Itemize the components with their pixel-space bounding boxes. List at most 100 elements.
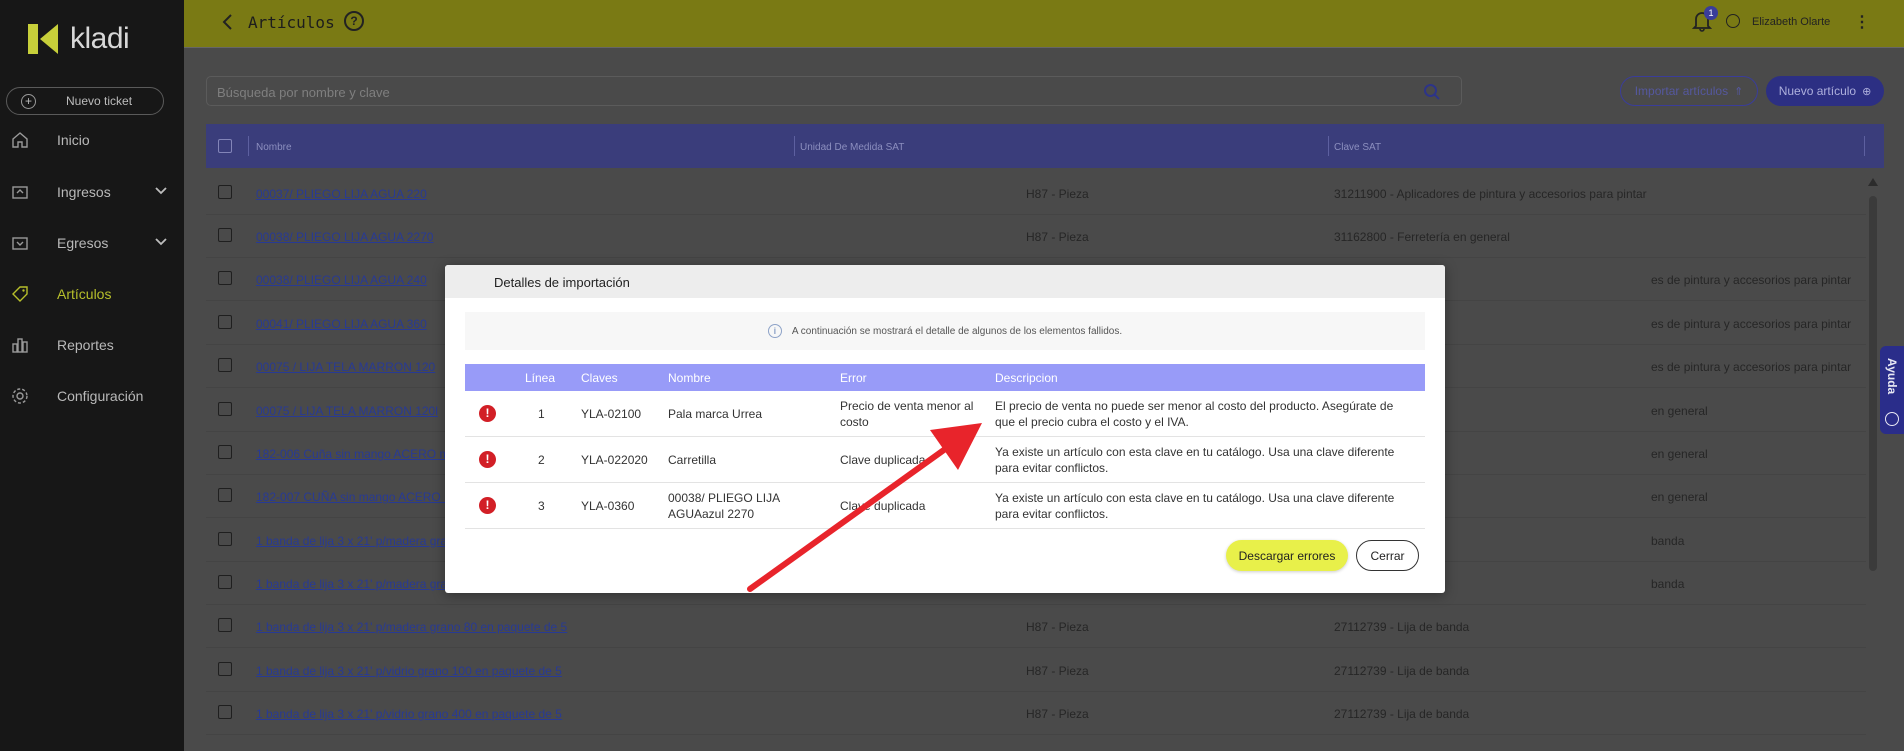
row-checkbox[interactable] <box>218 575 232 589</box>
modal-header: Detalles de importación <box>445 265 1445 298</box>
clave-cell: 27112739 - Lija de banda <box>1334 664 1470 678</box>
article-name-link[interactable]: 182-006 Cuña sin mango ACERO m <box>256 447 449 461</box>
article-name-link[interactable]: 1 banda de lija 3 x 21' p/vidrio grano 4… <box>256 707 562 721</box>
article-name-link[interactable]: 00037/ PLIEGO LIJA AGUA 220 <box>256 187 427 201</box>
clave-cell: en general <box>1651 404 1708 418</box>
help-side-tab[interactable]: Ayuda <box>1880 346 1904 434</box>
info-banner: i A continuación se mostrará el detalle … <box>465 312 1425 350</box>
row-checkbox[interactable] <box>218 271 232 285</box>
error-row: ! 2 YLA-022020 Carretilla Clave duplicad… <box>465 437 1425 483</box>
user-name[interactable]: Elizabeth Olarte <box>1752 16 1830 28</box>
help-icon[interactable]: ? <box>344 11 364 31</box>
row-checkbox[interactable] <box>218 228 232 242</box>
clave-cell: 31162800 - Ferretería en general <box>1334 230 1510 244</box>
download-errors-button[interactable]: Descargar errores <box>1226 540 1348 571</box>
article-name-link[interactable]: 1 banda de lija 3 x 21' p/madera gra <box>256 534 447 548</box>
logo[interactable]: kladi <box>28 22 130 56</box>
error-keys: YLA-02100 <box>581 407 642 421</box>
import-articles-button[interactable]: Importar artículos ⇑ <box>1620 76 1758 106</box>
close-button[interactable]: Cerrar <box>1356 540 1419 571</box>
expense-icon <box>10 233 30 253</box>
user-icon[interactable] <box>1726 14 1740 28</box>
error-row: ! 1 YLA-02100 Pala marca Urrea Precio de… <box>465 391 1425 437</box>
error-keys: YLA-022020 <box>581 453 648 467</box>
help-circle-icon <box>1885 412 1899 426</box>
search-icon[interactable] <box>1423 83 1441 106</box>
error-description: Ya existe un artículo con esta clave en … <box>995 491 1395 521</box>
table-row[interactable]: 00038/ PLIEGO LIJA AGUA 2270 H87 - Pieza 3… <box>206 215 1866 258</box>
chevron-down-icon[interactable] <box>154 235 168 252</box>
more-options-icon[interactable]: ⋮ <box>1854 12 1870 32</box>
import-label: Importar artículos <box>1634 84 1729 98</box>
chevron-down-icon[interactable] <box>154 184 168 201</box>
article-name-link[interactable]: 00038/ PLIEGO LIJA AGUA 2270 <box>256 230 433 244</box>
row-checkbox[interactable] <box>218 618 232 632</box>
sidebar-item-reportes[interactable]: Reportes <box>0 325 184 365</box>
upload-icon: ⇑ <box>1734 85 1744 98</box>
unit-cell: H87 - Pieza <box>1026 230 1089 244</box>
column-header-clave[interactable]: Clave SAT <box>1334 142 1381 153</box>
table-row[interactable]: 00037/ PLIEGO LIJA AGUA 220 H87 - Pieza 31… <box>206 172 1866 215</box>
column-header-name[interactable]: Nombre <box>256 142 292 153</box>
income-icon <box>10 182 30 202</box>
clave-cell: en general <box>1651 447 1708 461</box>
col-description: Descripcion <box>995 371 1058 385</box>
clave-cell: banda <box>1651 534 1685 548</box>
row-checkbox[interactable] <box>218 532 232 546</box>
row-checkbox[interactable] <box>218 662 232 676</box>
search-input[interactable]: Búsqueda por nombre y clave <box>206 76 1462 106</box>
sidebar-item-egresos[interactable]: Egresos <box>0 223 184 263</box>
article-name-link[interactable]: 1 banda de lija 3 x 21' p/madera gra <box>256 577 447 591</box>
unit-cell: H87 - Pieza <box>1026 187 1089 201</box>
table-scrollbar[interactable] <box>1866 178 1880 751</box>
new-ticket-button[interactable]: + Nuevo ticket <box>6 87 164 115</box>
tag-icon <box>10 284 30 304</box>
sidebar-item-label: Configuración <box>57 388 144 404</box>
unit-cell: H87 - Pieza <box>1026 707 1089 721</box>
column-header-unit[interactable]: Unidad De Medida SAT <box>800 142 904 153</box>
sidebar-item-ingresos[interactable]: Ingresos <box>0 172 184 212</box>
row-checkbox[interactable] <box>218 315 232 329</box>
article-name-link[interactable]: 1 banda de lija 3 x 21' p/madera grano 8… <box>256 620 567 634</box>
scroll-up-arrow-icon[interactable] <box>1868 178 1878 186</box>
select-all-checkbox[interactable] <box>218 139 232 153</box>
row-checkbox[interactable] <box>218 488 232 502</box>
search-placeholder: Búsqueda por nombre y clave <box>217 85 390 100</box>
error-type: Clave duplicada <box>840 453 926 467</box>
back-arrow-icon[interactable] <box>220 12 236 37</box>
error-line: 3 <box>538 499 545 513</box>
col-name: Nombre <box>668 371 711 385</box>
error-alert-icon: ! <box>479 405 496 422</box>
error-keys: YLA-0360 <box>581 499 635 513</box>
row-checkbox[interactable] <box>218 402 232 416</box>
info-text: A continuación se mostrará el detalle de… <box>791 325 1123 337</box>
plus-icon: + <box>21 93 36 109</box>
reports-icon <box>10 335 30 355</box>
sidebar-item-label: Artículos <box>57 286 112 302</box>
sidebar-item-configuracion[interactable]: Configuración <box>0 376 184 416</box>
article-name-link[interactable]: 00075 / LIJA TELA MARRON 120 <box>256 360 435 374</box>
sidebar-item-inicio[interactable]: Inicio <box>0 120 184 160</box>
table-row[interactable]: 1 banda de lija 3 x 21' p/madera grano 8… <box>206 605 1866 648</box>
scrollbar-thumb[interactable] <box>1869 196 1877 571</box>
table-row[interactable]: 1 banda de lija 3 x 21' p/vidrio grano 1… <box>206 649 1866 692</box>
row-checkbox[interactable] <box>218 185 232 199</box>
clave-cell: 27112739 - Lija de banda <box>1334 707 1470 721</box>
home-icon <box>10 130 30 150</box>
sidebar-item-articulos[interactable]: Artículos <box>0 274 184 314</box>
article-name-link[interactable]: 00041/ PLIEGO LIJA AGUA 360 <box>256 317 427 331</box>
row-checkbox[interactable] <box>218 445 232 459</box>
sidebar: kladi + Nuevo ticket Inicio Ingresos Egr… <box>0 0 184 751</box>
row-checkbox[interactable] <box>218 705 232 719</box>
clave-cell: 27112739 - Lija de banda <box>1334 620 1470 634</box>
article-name-link[interactable]: 00038/ PLIEGO LIJA AGUA 240 <box>256 273 427 287</box>
article-name-link[interactable]: 1 banda de lija 3 x 21' p/vidrio grano 1… <box>256 664 562 678</box>
table-row[interactable]: 1 banda de lija 3 x 21' p/vidrio grano 4… <box>206 692 1866 735</box>
new-article-button[interactable]: Nuevo artículo ⊕ <box>1766 76 1884 106</box>
error-alert-icon: ! <box>479 451 496 468</box>
info-icon: i <box>767 324 782 338</box>
article-name-link[interactable]: 182-007 CUÑA sin mango ACERO D <box>256 490 453 504</box>
article-name-link[interactable]: 00075 / LIJA TELA MARRON 120l <box>256 404 438 418</box>
row-checkbox[interactable] <box>218 358 232 372</box>
sidebar-item-label: Reportes <box>57 337 114 353</box>
